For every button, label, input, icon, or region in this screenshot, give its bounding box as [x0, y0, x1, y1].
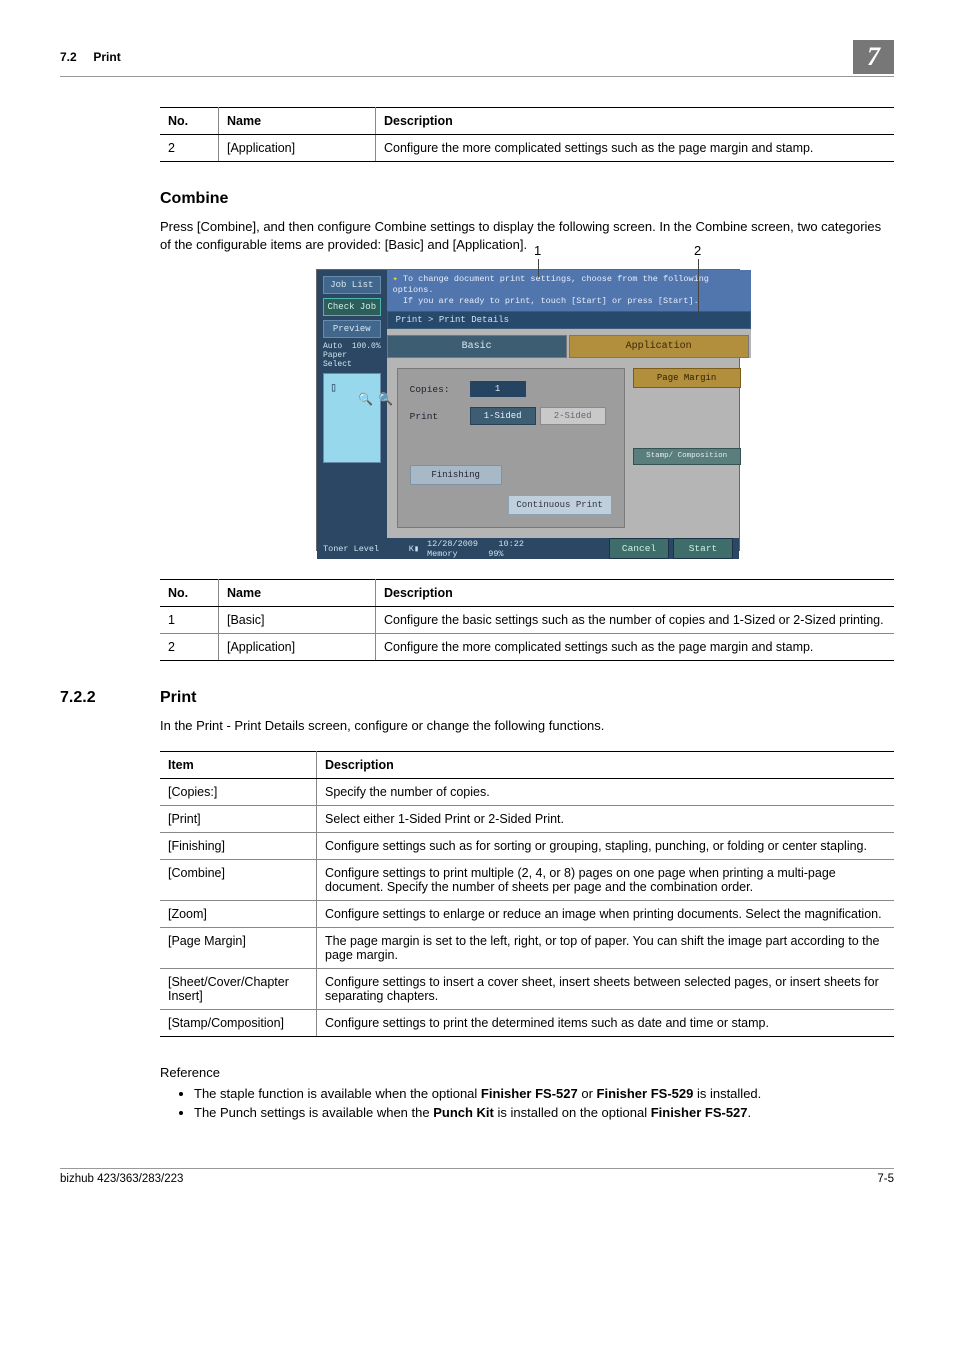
callout-2: 2: [694, 243, 701, 258]
chapter-badge: 7: [853, 40, 894, 74]
table-row: [Print]Select either 1-Sided Print or 2-…: [160, 805, 894, 832]
toner-label: Toner Level: [323, 544, 379, 554]
sidebar: Job List Check Job Preview Auto Paper Se…: [317, 270, 387, 538]
th-desc: Description: [376, 108, 895, 135]
callout-2-line: [698, 259, 699, 313]
start-button[interactable]: Start: [673, 538, 733, 559]
toner-k-icon: K▮: [409, 544, 419, 554]
footer-left: bizhub 423/363/283/223: [60, 1173, 183, 1185]
sec-722-intro: In the Print - Print Details screen, con…: [160, 717, 894, 735]
header-title: Print: [93, 50, 120, 64]
page-icon: ▯: [330, 380, 337, 395]
header-left: 7.2 Print: [60, 50, 121, 64]
reference-list: The staple function is available when th…: [160, 1086, 894, 1120]
ui-footer: Toner Level K▮ 12/28/2009 10:22 Memory 9…: [317, 538, 739, 559]
page-header: 7.2 Print 7: [60, 40, 894, 77]
combine-intro: Press [Combine], and then configure Comb…: [160, 218, 894, 253]
table-application-only: No. Name Description 2 [Application] Con…: [160, 107, 894, 162]
tab-bar: Basic Application: [387, 329, 751, 358]
print-2sided-button[interactable]: 2-Sided: [540, 407, 606, 425]
sidebar-preview-thumb: ▯ 🔍 🔍: [323, 373, 381, 463]
panel-basic: Copies: 1 Print 1-Sided 2-Sided Finishin…: [397, 368, 625, 528]
tab-application[interactable]: Application: [569, 335, 749, 358]
table-row: 2 [Application] Configure the more compl…: [160, 135, 894, 162]
footer-mem-label: Memory: [427, 549, 458, 559]
cancel-button[interactable]: Cancel: [609, 538, 669, 559]
table-row: [Stamp/Composition]Configure settings to…: [160, 1009, 894, 1036]
reference-title: Reference: [160, 1065, 894, 1080]
footer-time: 10:22: [498, 539, 524, 549]
panel-application-side: Page Margin Stamp/ Composition: [625, 368, 741, 528]
print-label: Print: [410, 411, 470, 422]
footer-mem-value: 99%: [488, 549, 503, 559]
list-item: The staple function is available when th…: [194, 1086, 894, 1101]
th-no: No.: [160, 108, 219, 135]
table-row: [Combine]Configure settings to print mul…: [160, 859, 894, 900]
screenshot-container: 1 2 Job List Check Job Preview Auto Pape…: [316, 269, 738, 551]
list-item: The Punch settings is available when the…: [194, 1105, 894, 1120]
combine-heading: Combine: [160, 190, 894, 208]
table-row: 1 [Basic] Configure the basic settings s…: [160, 607, 894, 634]
finishing-button[interactable]: Finishing: [410, 465, 502, 485]
table-print-items: Item Description [Copies:]Specify the nu…: [160, 751, 894, 1037]
page-margin-button[interactable]: Page Margin: [633, 368, 741, 388]
print-1sided-button[interactable]: 1-Sided: [470, 407, 536, 425]
breadcrumb: Print > Print Details: [387, 311, 751, 329]
footer-date: 12/28/2009: [427, 539, 478, 549]
info-icon: ✦: [393, 274, 398, 284]
table-basic-app: No. Name Description 1 [Basic] Configure…: [160, 579, 894, 661]
message-bar: ✦ To change document print settings, cho…: [387, 270, 751, 311]
table-row: [Zoom]Configure settings to enlarge or r…: [160, 900, 894, 927]
sidebar-job-list[interactable]: Job List: [323, 276, 381, 294]
sec-722-number: 7.2.2: [60, 689, 124, 707]
callout-1-line: [538, 259, 539, 277]
sidebar-preview[interactable]: Preview: [323, 320, 381, 338]
stamp-composition-button[interactable]: Stamp/ Composition: [633, 448, 741, 465]
table-row: 2 [Application] Configure the more compl…: [160, 634, 894, 661]
sidebar-check-job[interactable]: Check Job: [323, 298, 381, 316]
table-row: [Page Margin]The page margin is set to t…: [160, 927, 894, 968]
table-row: [Finishing]Configure settings such as fo…: [160, 832, 894, 859]
table-row: [Sheet/Cover/Chapter Insert]Configure se…: [160, 968, 894, 1009]
sec-722-title: Print: [160, 689, 196, 707]
ui-screenshot: Job List Check Job Preview Auto Paper Se…: [316, 269, 740, 551]
zoom-in-icon[interactable]: 🔍: [358, 392, 373, 407]
tab-basic[interactable]: Basic: [387, 335, 567, 358]
th-name: Name: [219, 108, 376, 135]
table-row: [Copies:]Specify the number of copies.: [160, 778, 894, 805]
sidebar-autopaper: Auto Paper Select 100.0%: [323, 342, 381, 369]
page-footer: bizhub 423/363/283/223 7-5: [60, 1168, 894, 1185]
copies-label: Copies:: [410, 384, 470, 395]
header-section-num: 7.2: [60, 50, 77, 64]
footer-right: 7-5: [877, 1173, 894, 1185]
zoom-out-icon[interactable]: 🔍: [378, 392, 393, 407]
callout-1: 1: [534, 243, 541, 258]
copies-value[interactable]: 1: [470, 381, 526, 397]
continuous-print-button[interactable]: Continuous Print: [508, 495, 612, 515]
